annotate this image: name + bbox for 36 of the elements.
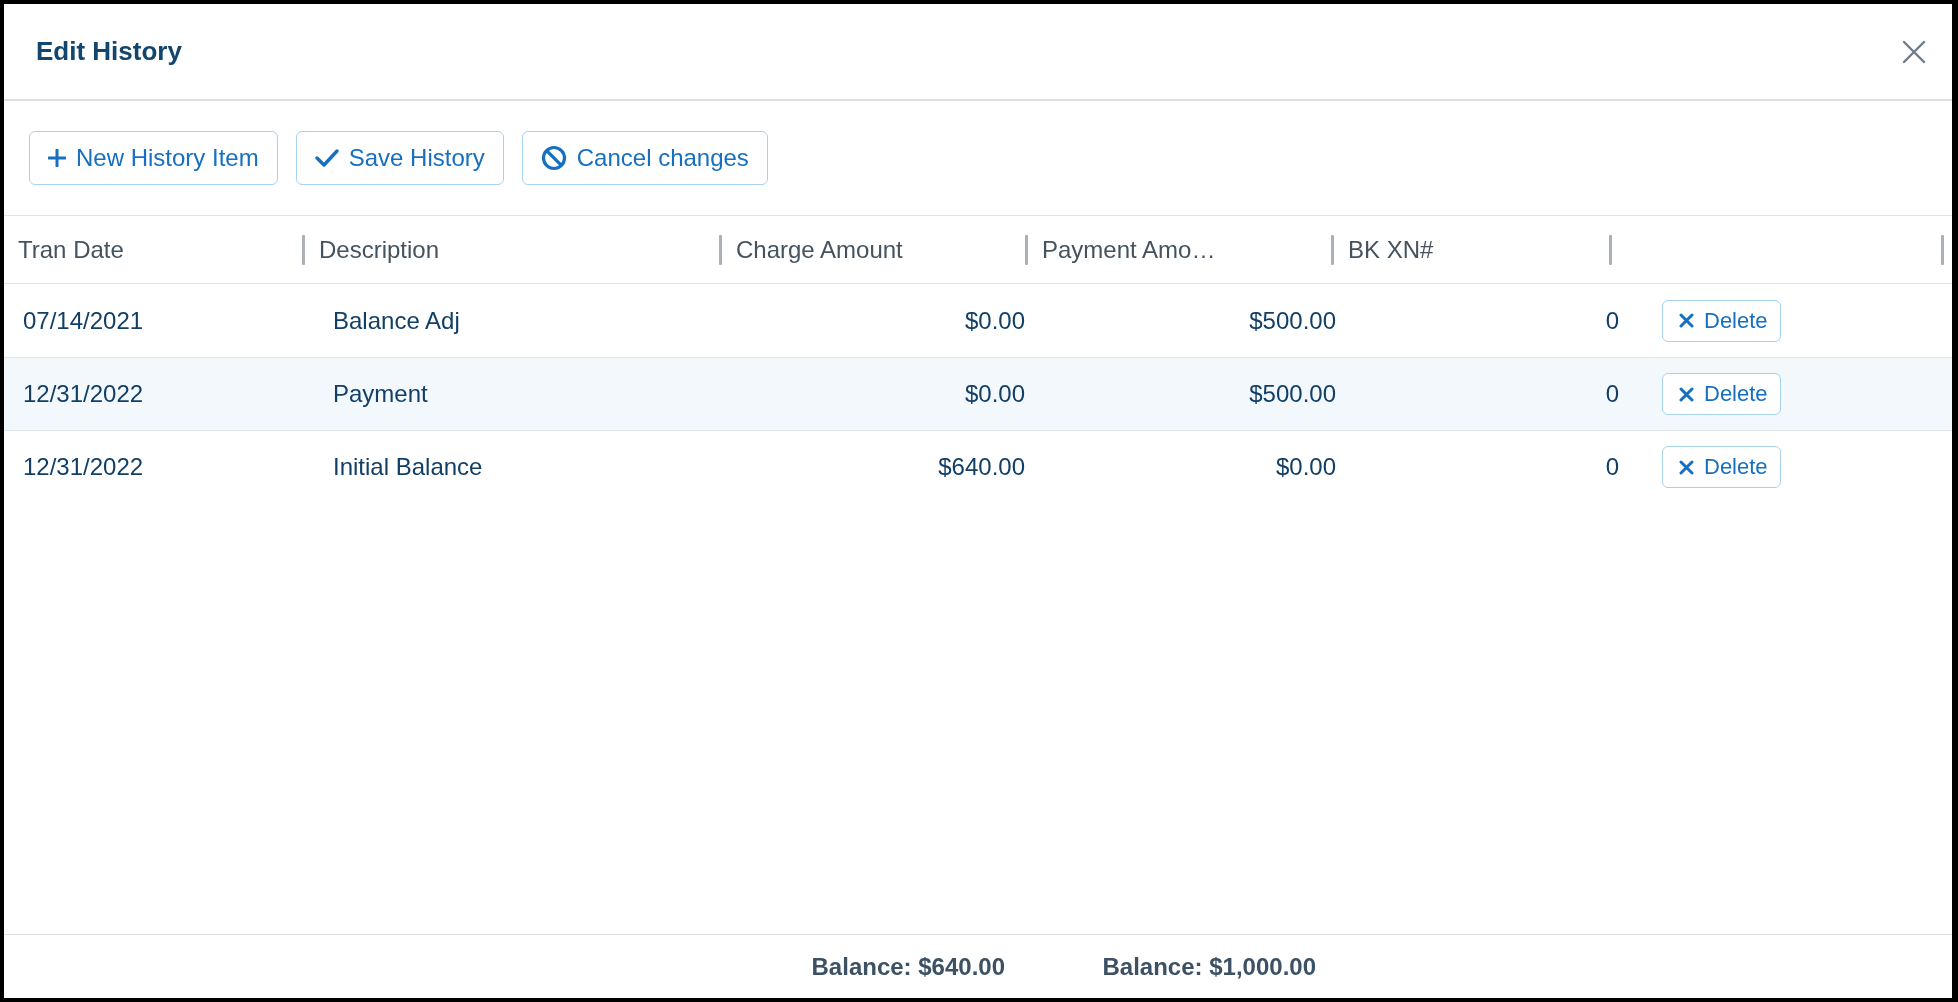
prohibited-icon bbox=[540, 145, 567, 171]
x-icon bbox=[1679, 459, 1694, 475]
table-cell: $640.00 bbox=[938, 453, 1025, 481]
table-cell-text: Balance Adj bbox=[332, 306, 460, 335]
plus-icon bbox=[48, 149, 66, 167]
delete-button[interactable]: Delete bbox=[1662, 299, 1781, 342]
table-cell-text: 12/31/2022 bbox=[22, 380, 144, 408]
close-icon bbox=[1902, 39, 1926, 64]
dialog-title: Edit History bbox=[36, 36, 182, 67]
table-cell: $500.00 bbox=[1249, 380, 1336, 408]
column-header: Charge Amount bbox=[722, 216, 1028, 283]
table-cell: 0 bbox=[1605, 453, 1619, 481]
table-footer-total: Balance: $1,000.00 bbox=[1102, 952, 1317, 981]
table-cell: $0.00 bbox=[964, 306, 1025, 335]
x-icon bbox=[1679, 313, 1694, 328]
table-cell-text: 12/31/2022 bbox=[22, 453, 144, 481]
save-button[interactable]: Save History bbox=[295, 131, 504, 185]
column-header: Tran Date bbox=[4, 216, 305, 283]
cancel-button[interactable]: Cancel changes bbox=[521, 131, 768, 185]
table-cell-text: Payment bbox=[332, 380, 428, 408]
new-item-button[interactable]: New History Item bbox=[29, 131, 278, 185]
table-cell-text: Initial Balance bbox=[332, 453, 483, 481]
table-cell: 0 bbox=[1605, 380, 1619, 408]
column-header: Description bbox=[305, 216, 722, 283]
table-cell-text: 07/14/2021 bbox=[22, 306, 144, 335]
x-icon bbox=[1679, 386, 1694, 402]
column-header: Payment Amo… bbox=[1028, 216, 1334, 283]
column-header: BK XN# bbox=[1334, 216, 1612, 283]
table-cell: $0.00 bbox=[1275, 453, 1336, 481]
table-cell: $0.00 bbox=[964, 380, 1025, 408]
table-cell: 0 bbox=[1605, 306, 1619, 335]
table-cell: $500.00 bbox=[1249, 306, 1336, 335]
delete-button[interactable]: Delete bbox=[1662, 446, 1781, 488]
delete-button[interactable]: Delete bbox=[1662, 373, 1781, 415]
table-footer-total: Balance: $640.00 bbox=[811, 952, 1006, 981]
check-icon bbox=[314, 148, 339, 168]
